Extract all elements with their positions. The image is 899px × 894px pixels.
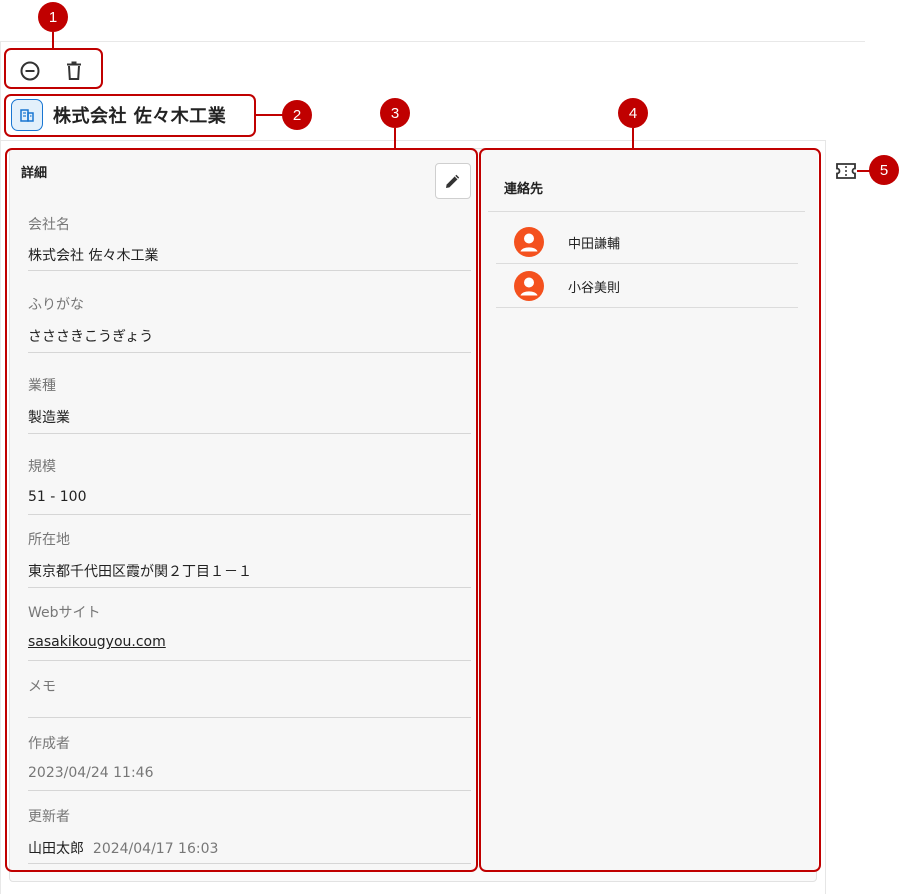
updated-by-user: 山田太郎 [28,841,84,857]
contact-name[interactable]: 中田謙輔 [568,233,620,252]
ticket-icon[interactable] [835,161,857,181]
trash-icon[interactable] [62,59,86,83]
field-divider [28,514,471,515]
left-frame-divider [0,41,1,894]
page-title: 株式会社 佐々木工業 [53,106,227,127]
field-divider [28,660,471,661]
size-label: 規模 [28,459,56,475]
updated-by-value: 山田太郎 2024/04/17 16:03 [28,838,218,858]
top-divider [0,41,865,42]
contacts-title: 連絡先 [504,182,544,197]
sidebar-divider [825,140,826,894]
person-icon [514,271,544,301]
size-value: 51 - 100 [28,489,87,505]
memo-label: メモ [28,679,56,695]
callout-marker-3: 3 [380,98,410,128]
contact-name[interactable]: 小谷美則 [568,277,620,296]
callout-marker-2: 2 [282,100,312,130]
callout-leader-4 [632,128,634,149]
created-timestamp: 2023/04/24 11:46 [28,765,154,781]
contact-row-divider [496,307,798,308]
website-link[interactable]: sasakikougyou.com [28,634,166,650]
updated-timestamp: 2024/04/17 16:03 [92,841,219,857]
callout-marker-5: 5 [869,155,899,185]
details-title: 詳細 [21,166,48,181]
pencil-icon [446,174,460,188]
field-divider [28,790,471,791]
callout-marker-1: 1 [38,2,68,32]
person-icon [514,227,544,257]
callout-leader-1 [52,32,54,49]
company-name-value: 株式会社 佐々木工業 [28,248,159,264]
field-divider [28,270,471,271]
field-divider [28,352,471,353]
field-divider [28,717,471,718]
created-by-value: 2023/04/24 11:46 [28,765,154,781]
website-label: Webサイト [28,605,101,621]
company-name-label: 会社名 [28,217,70,233]
field-divider [28,587,471,588]
created-by-label: 作成者 [28,736,70,752]
furigana-value: さささきこうぎょう [28,329,154,345]
building-icon [11,99,43,131]
header-divider [0,140,826,141]
industry-label: 業種 [28,378,56,394]
contact-row-divider [496,263,798,264]
industry-value: 製造業 [28,410,70,426]
address-label: 所在地 [28,532,70,548]
address-value: 東京都千代田区霞が関２丁目１－１ [28,564,252,580]
minus-circle-icon[interactable] [18,59,42,83]
furigana-label: ふりがな [28,297,84,313]
field-divider [28,863,471,864]
callout-marker-4: 4 [618,98,648,128]
edit-button[interactable] [435,163,471,199]
updated-by-label: 更新者 [28,809,70,825]
callout-leader-2 [256,114,283,116]
contacts-header-divider [488,211,805,212]
callout-leader-3 [394,128,396,149]
field-divider [28,433,471,434]
